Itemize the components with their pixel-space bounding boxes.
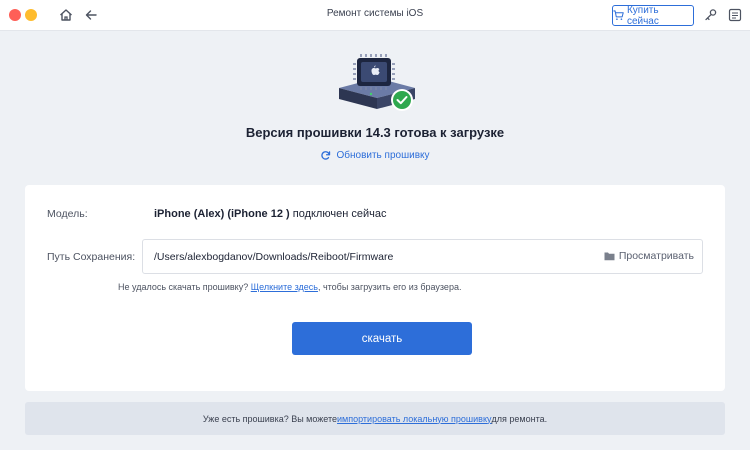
hint-suffix: , чтобы загрузить его из браузера. xyxy=(317,282,462,292)
refresh-firmware-link[interactable]: Обновить прошивку xyxy=(0,150,750,161)
refresh-firmware-label: Обновить прошивку xyxy=(336,150,430,161)
footer-suffix: для ремонта. xyxy=(491,413,548,424)
download-button[interactable]: скачать xyxy=(292,322,472,355)
firmware-illustration xyxy=(337,52,417,114)
page-title: Версия прошивки 14.3 готова к загрузке xyxy=(245,125,505,140)
firmware-card: Модель: iPhone (Alex) (iPhone 12 ) подкл… xyxy=(25,185,725,391)
menu-icon[interactable] xyxy=(727,7,743,23)
save-path-field[interactable]: /Users/alexbogdanov/Downloads/Reiboot/Fi… xyxy=(142,239,703,274)
model-value: iPhone (Alex) (iPhone 12 ) подключен сей… xyxy=(154,208,386,220)
key-icon[interactable] xyxy=(703,7,719,23)
save-path-label: Путь Сохранения: xyxy=(47,251,136,263)
title-bar: Ремонт системы iOS Купить сейчас xyxy=(0,0,750,31)
footer-prefix: Уже есть прошивка? Вы можете xyxy=(202,413,338,424)
browse-button[interactable]: Просматривать xyxy=(604,250,694,262)
folder-icon xyxy=(604,252,615,261)
model-label: Модель: xyxy=(47,208,88,220)
hint-prefix: Не удалось скачать прошивку? xyxy=(118,282,251,292)
check-badge-icon xyxy=(391,89,413,111)
import-firmware-bar: Уже есть прошивка? Вы можете импортирова… xyxy=(25,402,725,435)
buy-now-label: Купить сейчас xyxy=(626,4,659,27)
download-hint: Не удалось скачать прошивку? Щелкните зд… xyxy=(118,282,461,292)
refresh-icon xyxy=(321,151,331,160)
buy-now-button[interactable]: Купить сейчас xyxy=(612,4,694,27)
model-device: iPhone (Alex) (iPhone 12 ) xyxy=(154,208,290,220)
model-status: подключен сейчас xyxy=(289,208,387,220)
cart-icon xyxy=(613,10,624,20)
save-path-value: /Users/alexbogdanov/Downloads/Reiboot/Fi… xyxy=(154,251,394,263)
import-local-firmware-link[interactable]: импортировать локальную прошивку xyxy=(337,414,491,424)
browse-label: Просматривать xyxy=(618,250,694,262)
firmware-chip-icon xyxy=(353,54,395,90)
browser-download-link[interactable]: Щелкните здесь xyxy=(251,282,318,292)
